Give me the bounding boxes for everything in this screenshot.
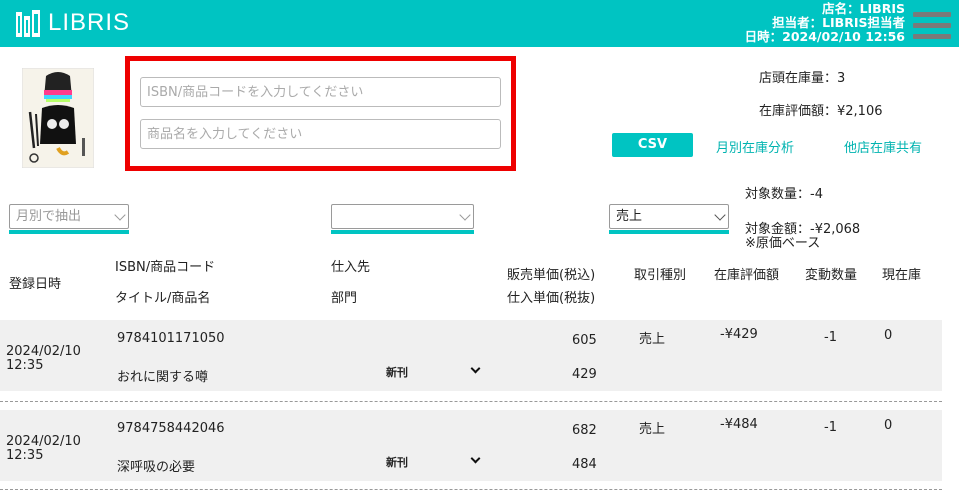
- row-dept-select[interactable]: 新刊: [386, 364, 408, 380]
- row-current-stock: 0: [884, 328, 893, 343]
- supplier-filter-select[interactable]: [331, 204, 474, 234]
- store-stock-qty: 店頭在庫量：3: [759, 71, 846, 86]
- row-date: 2024/02/10: [6, 344, 81, 359]
- row-sell-price: 605: [572, 333, 597, 348]
- cost-basis-note: ※原価ベース: [745, 236, 821, 251]
- col-transaction-type: 取引種別: [634, 268, 687, 283]
- row-change-qty: -1: [824, 420, 837, 435]
- row-time: 12:35: [6, 448, 44, 463]
- row-title: おれに関する噂: [117, 370, 209, 385]
- row-transaction-type: 売上: [639, 332, 666, 347]
- row-title: 深呼吸の必要: [117, 460, 196, 475]
- supplier-filter-value: [331, 204, 474, 229]
- row-date: 2024/02/10: [6, 434, 81, 449]
- libris-logo[interactable]: LIBRIS: [15, 8, 130, 38]
- brand-name: LIBRIS: [48, 9, 131, 36]
- row-change-qty: -1: [824, 330, 837, 345]
- col-supplier: 仕入先: [331, 260, 371, 275]
- chevron-down-icon: [470, 453, 481, 464]
- row-dept-select[interactable]: 新刊: [386, 454, 408, 470]
- row-stock-value: -¥429: [720, 327, 758, 342]
- col-dept: 部門: [331, 291, 358, 306]
- store-name: 店名：LIBRIS: [822, 1, 905, 16]
- transaction-type-select[interactable]: 売上: [609, 204, 729, 234]
- staff-name: 担当者：LIBRIS担当者: [772, 15, 905, 30]
- top-header: LIBRIS 店名：LIBRIS 担当者：LIBRIS担当者 日時：2024/0…: [0, 0, 959, 47]
- row-current-stock: 0: [884, 418, 893, 433]
- row-stock-value: -¥484: [720, 417, 758, 432]
- monthly-stock-analysis-link[interactable]: 月別在庫分析: [716, 137, 794, 156]
- target-amount: 対象金額：-¥2,068: [745, 222, 861, 237]
- row-time: 12:35: [6, 358, 44, 373]
- col-stock-value: 在庫評価額: [714, 268, 780, 283]
- col-sell-price: 販売単価(税込): [507, 268, 596, 283]
- current-datetime: 日時：2024/02/10 12:56: [744, 29, 905, 44]
- title-search-input[interactable]: [140, 119, 501, 149]
- col-change-qty: 変動数量: [805, 268, 858, 283]
- table-row[interactable]: 2024/02/10 12:35 9784758442046 深呼吸の必要 新刊…: [0, 410, 942, 481]
- store-info: 店名：LIBRIS 担当者：LIBRIS担当者 日時：2024/02/10 12…: [745, 2, 905, 44]
- col-cost-price: 仕入単価(税抜): [507, 291, 596, 306]
- isbn-search-input[interactable]: [140, 77, 501, 107]
- row-cost-price: 484: [572, 457, 597, 472]
- transaction-type-value: 売上: [609, 204, 729, 229]
- other-store-stock-link[interactable]: 他店在庫共有: [844, 137, 922, 156]
- search-panel: [125, 56, 516, 171]
- col-isbn: ISBN/商品コード: [115, 260, 216, 275]
- row-transaction-type: 売上: [639, 422, 666, 437]
- col-current-stock: 現在庫: [882, 268, 922, 283]
- chevron-down-icon: [470, 363, 481, 374]
- col-title: タイトル/商品名: [115, 291, 211, 306]
- libris-logo-icon: [16, 10, 40, 37]
- row-divider: [0, 489, 942, 490]
- stock-valuation: 在庫評価額：¥2,106: [759, 104, 883, 119]
- table-row[interactable]: 2024/02/10 12:35 9784101171050 おれに関する噂 新…: [0, 320, 942, 391]
- row-divider: [0, 401, 942, 402]
- col-registered: 登録日時: [9, 277, 62, 292]
- target-quantity: 対象数量：-4: [745, 187, 823, 202]
- row-sell-price: 682: [572, 423, 597, 438]
- row-cost-price: 429: [572, 367, 597, 382]
- row-isbn: 9784101171050: [117, 331, 225, 346]
- book-cover-image: [22, 68, 94, 168]
- menu-icon[interactable]: [913, 12, 951, 45]
- row-isbn: 9784758442046: [117, 421, 225, 436]
- month-filter-value: 月別で抽出: [9, 204, 129, 229]
- month-filter-select[interactable]: 月別で抽出: [9, 204, 129, 234]
- csv-export-button[interactable]: CSV: [612, 133, 693, 157]
